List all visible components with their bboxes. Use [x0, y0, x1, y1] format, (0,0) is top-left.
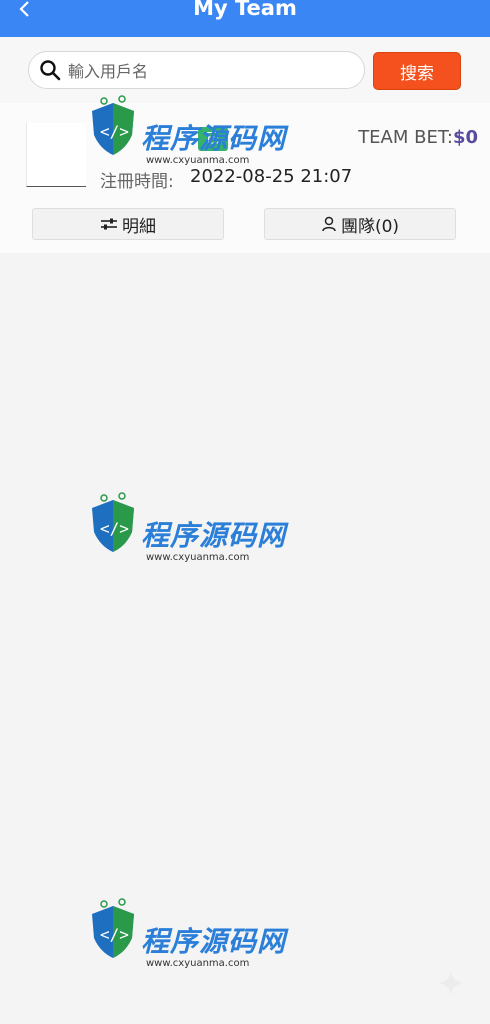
team-button[interactable]: 團隊(0): [264, 208, 456, 240]
watermark-url: www.cxyuanma.com: [146, 958, 250, 969]
watermark-brand: 程序源码网: [141, 122, 287, 155]
svg-text:</>: </>: [100, 519, 129, 538]
watermark-brand: 程序源码网: [141, 519, 287, 552]
search-input[interactable]: [66, 58, 350, 84]
page: My Team 搜索 已 TEAM BET:$0 注冊時間: 2022-08-2…: [0, 0, 490, 1024]
page-title: My Team: [193, 0, 297, 20]
team-bet-label: TEAM BET:: [358, 127, 453, 148]
sparkle-icon: [438, 970, 464, 996]
search-bar: 搜索: [0, 37, 490, 103]
watermark: </> 程序源码网 www.cxyuanma.com: [86, 95, 306, 195]
shield-logo-icon: </>: [92, 492, 134, 552]
person-icon: [322, 216, 336, 232]
team-button-label: 團隊(0): [340, 216, 400, 237]
search-button[interactable]: 搜索: [373, 52, 461, 90]
watermark-url: www.cxyuanma.com: [146, 155, 250, 166]
shield-logo-icon: </>: [92, 898, 134, 958]
avatar: [26, 123, 86, 187]
team-bet: TEAM BET:$0: [358, 127, 478, 148]
app-header: My Team: [0, 0, 490, 37]
search-icon: [40, 60, 61, 81]
svg-text:</>: </>: [100, 925, 129, 944]
search-field: [28, 51, 365, 89]
detail-button-label: 明細: [122, 216, 156, 237]
detail-button[interactable]: 明細: [32, 208, 224, 240]
team-bet-value: $0: [452, 127, 478, 148]
svg-text:</>: </>: [100, 122, 129, 141]
watermark: </> 程序源码网 www.cxyuanma.com: [86, 898, 306, 998]
watermark-brand: 程序源码网: [141, 925, 287, 958]
shield-logo-icon: </>: [92, 95, 134, 155]
watermark: </> 程序源码网 www.cxyuanma.com: [86, 492, 306, 592]
sliders-icon: [101, 218, 117, 230]
watermark-url: www.cxyuanma.com: [146, 552, 250, 563]
